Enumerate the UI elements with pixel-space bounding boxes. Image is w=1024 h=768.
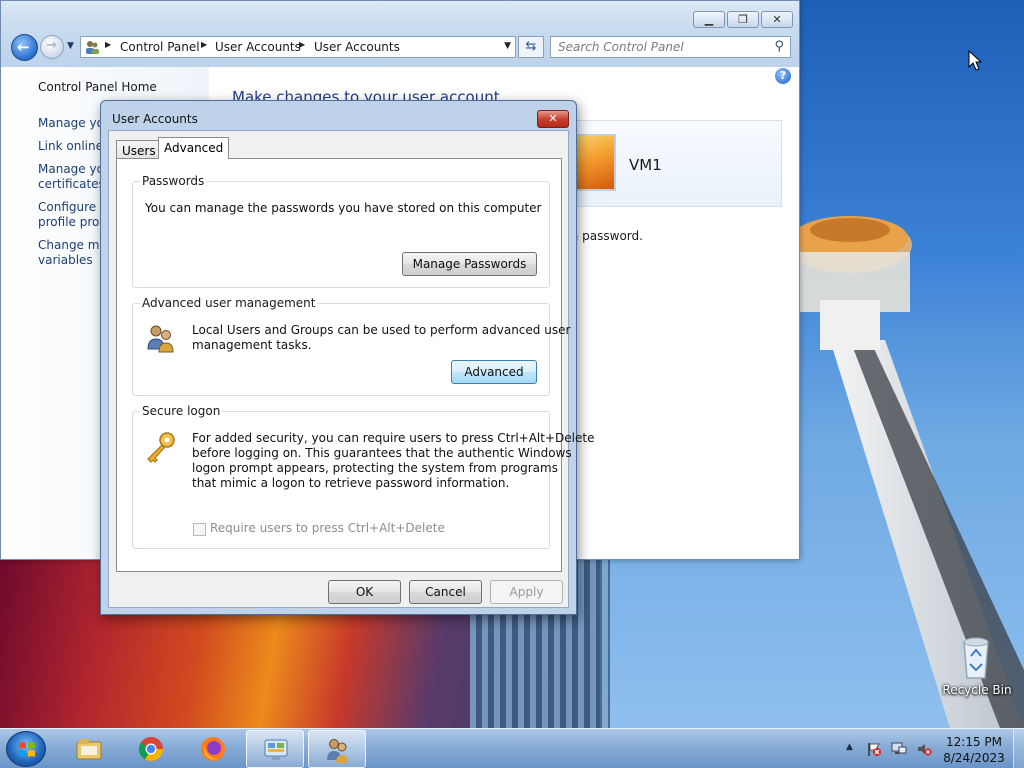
local-users-groups-icon [147,325,174,353]
action-center-flag-icon[interactable] [866,741,882,757]
dialog-close-button[interactable]: ✕ [537,110,569,128]
link-online-ids-link[interactable]: Link online I [38,139,108,154]
taskbar-firefox[interactable] [184,730,242,768]
search-placeholder: Search Control Panel [558,40,684,54]
start-button[interactable] [6,731,46,767]
manage-file-encryption-link-line2[interactable]: certificates [38,177,108,192]
passwords-description: You can manage the passwords you have st… [145,201,542,215]
show-desktop-button[interactable] [1013,729,1024,768]
secure-logon-line1: For added security, you can require user… [192,431,595,445]
environment-variables-link[interactable]: Change my [38,238,108,253]
dialog-body: Users Advanced Passwords You can manage … [108,130,594,608]
taskbar: ▲ 12:15 PM 8/24/2023 [0,728,1024,768]
mouse-cursor-icon [968,50,982,71]
back-button[interactable]: ← [11,34,38,61]
refresh-icon: ⇆ [525,39,537,54]
configure-profile-link[interactable]: Configure a [38,200,108,215]
taskbar-chrome[interactable] [122,730,180,768]
users-icon [327,739,348,763]
recent-pages-dropdown[interactable]: ▼ [67,41,74,51]
manage-file-encryption-link[interactable]: Manage you [38,162,108,177]
help-icon[interactable]: ? [775,68,791,84]
advanced-user-management-group: Advanced user management Local Users and… [132,296,570,396]
secure-logon-line3: logon prompt appears, protecting the sys… [192,461,558,475]
secure-logon-line4: that mimic a logon to retrieve password … [192,476,510,490]
recycle-bin-label[interactable]: Recycle Bin [940,683,1014,697]
address-dropdown-icon[interactable]: ▼ [504,41,511,51]
breadcrumb-control-panel[interactable]: Control Panel [120,40,200,54]
breadcrumb-separator-icon[interactable]: ▶ [105,40,111,49]
breadcrumb-user-accounts-current[interactable]: User Accounts [314,40,400,54]
search-box[interactable]: Search Control Panel ⚲ [550,36,791,58]
folder-icon [76,739,102,760]
refresh-button[interactable]: ⇆ [518,36,544,58]
apply-button[interactable]: Apply [490,580,563,604]
taskbar-control-panel[interactable] [246,730,304,768]
configure-profile-link-line2[interactable]: profile prop [38,215,108,230]
manage-passwords-button[interactable]: Manage Passwords [402,252,537,276]
maximize-button[interactable]: ❐ [727,11,759,28]
minimize-button[interactable]: ▁ [693,11,725,28]
advanced-tab-page: Passwords You can manage the passwords y… [116,158,594,572]
tab-advanced[interactable]: Advanced [158,137,230,159]
secure-logon-group: Secure logon For added security, you can… [132,404,594,549]
taskbar-user-accounts[interactable] [308,730,366,768]
tab-users[interactable]: Users [116,140,162,158]
dialog-title: User Accounts [112,112,198,126]
maximize-icon: ❐ [738,13,748,26]
breadcrumb-user-accounts[interactable]: User Accounts [215,40,301,54]
network-icon[interactable] [891,741,907,757]
cancel-button[interactable]: Cancel [409,580,482,604]
control-panel-home-link[interactable]: Control Panel Home [38,80,157,94]
advanced-user-management-label: Advanced user management [140,296,318,310]
advanced-mgmt-description-line2: management tasks. [192,338,312,352]
key-icon [147,432,175,463]
manage-credentials-link[interactable]: Manage you [38,116,108,131]
firefox-icon [201,737,225,761]
require-ctrl-alt-delete-checkbox[interactable] [193,523,206,536]
ok-button[interactable]: OK [328,580,401,604]
clock-time[interactable]: 12:15 PM [939,735,1009,749]
control-panel-icon [264,739,288,760]
minimize-icon: ▁ [704,13,714,26]
passwords-group: Passwords You can manage the passwords y… [132,174,550,288]
password-status-text: a password. [571,229,643,243]
close-button[interactable]: ✕ [761,11,793,28]
arrow-left-icon: ← [17,38,30,56]
environment-variables-link-line2[interactable]: variables [38,253,108,268]
secure-logon-line2: before logging on. This guarantees that … [192,446,572,460]
chrome-icon [138,737,163,762]
windows-logo-icon [19,742,35,757]
address-bar[interactable]: ▶ Control Panel ▶ User Accounts ▶ User A… [80,36,516,58]
passwords-group-label: Passwords [140,174,207,188]
search-icon[interactable]: ⚲ [774,39,784,54]
breadcrumb-separator-icon[interactable]: ▶ [201,40,207,49]
clock-date[interactable]: 8/24/2023 [939,751,1009,765]
recycle-bin-icon[interactable] [956,632,996,680]
breadcrumb-separator-icon[interactable]: ▶ [299,40,305,49]
secure-logon-label: Secure logon [140,404,223,418]
arrow-right-icon: → [46,38,57,53]
user-picture [574,134,616,191]
close-icon: ✕ [772,13,782,26]
require-ctrl-alt-delete-label[interactable]: Require users to press Ctrl+Alt+Delete [210,521,445,535]
users-icon [86,41,99,54]
advanced-mgmt-description-line1: Local Users and Groups can be used to pe… [192,323,571,337]
show-hidden-icons-button[interactable]: ▲ [846,742,853,752]
taskbar-explorer[interactable] [60,730,118,768]
volume-muted-icon[interactable] [916,741,932,757]
close-icon: ✕ [548,112,558,125]
user-accounts-dialog: User Accounts ✕ Users Advanced Passwords… [100,100,594,615]
forward-button[interactable]: → [40,35,64,59]
control-panel-titlebar: ▁ ❐ ✕ ← → ▼ ▶ Control Panel ▶ User Accou… [1,1,799,67]
advanced-button[interactable]: Advanced [451,360,537,384]
user-name: VM1 [629,156,662,174]
